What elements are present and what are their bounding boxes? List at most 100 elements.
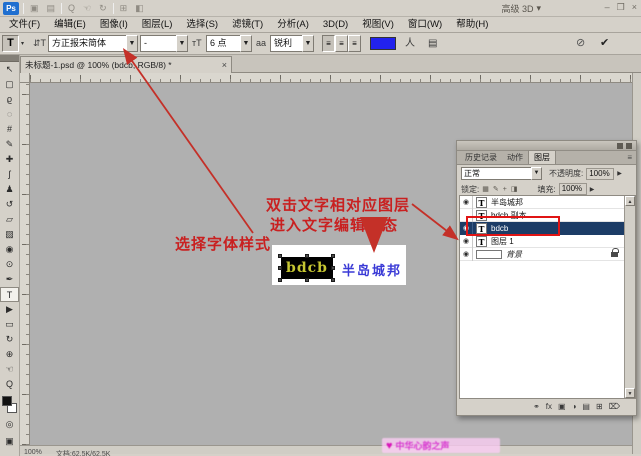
menu-filter[interactable]: 滤镜(T) [225, 17, 270, 32]
menu-view[interactable]: 视图(V) [355, 17, 401, 32]
selection-handle[interactable] [331, 278, 335, 282]
visibility-eye-icon[interactable]: ◉ [460, 235, 473, 248]
menu-select[interactable]: 选择(S) [179, 17, 225, 32]
panel-menu-icon[interactable]: ≡ [627, 153, 632, 162]
quick-selection-tool[interactable]: ◌ [0, 107, 19, 122]
chevron-down-icon[interactable]: ▼ [176, 35, 188, 52]
new-layer-icon[interactable]: ⊞ [596, 402, 603, 411]
close-tab-icon[interactable]: × [222, 60, 227, 70]
zoom-level-icon[interactable]: Q [66, 1, 77, 16]
foreground-color-swatch[interactable] [2, 396, 12, 406]
brush-tool[interactable]: ʃ [0, 167, 19, 182]
fill-value[interactable]: 100% [559, 183, 587, 195]
background-layer-thumbnail[interactable] [476, 250, 502, 259]
layer-style-icon[interactable]: fx [546, 402, 552, 411]
rotate-view-icon[interactable]: ↻ [97, 1, 109, 16]
screen-mode-icon[interactable]: ▣ [0, 434, 19, 449]
tab-history[interactable]: 历史记录 [460, 151, 502, 164]
scroll-up-icon[interactable]: ▲ [625, 196, 635, 206]
menu-help[interactable]: 帮助(H) [449, 17, 495, 32]
eyedropper-tool[interactable]: ✎ [0, 137, 19, 152]
path-selection-tool[interactable]: ▶ [0, 302, 19, 317]
opacity-value[interactable]: 100% [586, 168, 614, 180]
align-right-button[interactable]: ≡ [348, 35, 361, 52]
menu-image[interactable]: 图像(I) [93, 17, 135, 32]
hand-pan-icon[interactable]: ☜ [81, 1, 93, 16]
align-center-button[interactable]: ≡ [335, 35, 348, 52]
tab-actions[interactable]: 动作 [502, 151, 528, 164]
document-text-label[interactable]: 半岛城邦 [342, 260, 402, 279]
selection-handle[interactable] [305, 254, 309, 258]
shape-tool[interactable]: ▭ [0, 317, 19, 332]
warp-text-icon[interactable]: 人 [405, 35, 415, 52]
adjustment-layer-icon[interactable]: ◑ [572, 402, 577, 411]
menu-analysis[interactable]: 分析(A) [270, 17, 316, 32]
anti-alias-dropdown[interactable]: 锐利 ▼ [270, 35, 314, 52]
tab-layers[interactable]: 图层 [528, 150, 556, 164]
tools-panel-header[interactable] [0, 55, 19, 62]
menu-layer[interactable]: 图层(L) [135, 17, 180, 32]
visibility-eye-icon[interactable]: ◉ [460, 196, 473, 209]
lasso-tool[interactable]: ϱ [0, 92, 19, 107]
launch-bridge-icon[interactable]: ▣ [28, 1, 41, 16]
layer-name[interactable]: 半岛城邦 [491, 197, 523, 208]
text-orientation-icon[interactable]: ⇵T [33, 35, 46, 52]
hand-tool[interactable]: ☜ [0, 362, 19, 377]
chevron-down-icon[interactable]: ▼ [126, 35, 138, 52]
lock-all-icon[interactable]: ◨ [511, 185, 518, 193]
commit-edits-button[interactable]: ✔ [600, 35, 609, 52]
blend-mode-dropdown[interactable]: 正常 ▼ [461, 167, 542, 180]
blur-tool[interactable]: ◉ [0, 242, 19, 257]
crop-tool[interactable]: # [0, 122, 19, 137]
minimize-button[interactable]: – [605, 2, 610, 13]
opacity-slider-arrow-icon[interactable]: ▶ [617, 170, 622, 177]
font-style-dropdown[interactable]: - ▼ [140, 35, 188, 52]
arrange-documents-icon[interactable]: ⊞ [118, 1, 130, 16]
menu-3d[interactable]: 3D(D) [316, 17, 355, 32]
font-family-dropdown[interactable]: 方正报宋简体 ▼ [48, 35, 138, 52]
panel-minimize-icon[interactable] [617, 143, 623, 149]
dodge-tool[interactable]: ⊙ [0, 257, 19, 272]
scroll-down-icon[interactable]: ▼ [625, 388, 635, 398]
workspace-switcher[interactable]: 高级 3D ▾ [501, 2, 541, 15]
selected-text[interactable]: bdcb [281, 257, 333, 279]
delete-layer-icon[interactable]: ⌦ [609, 402, 620, 411]
layer-list-scrollbar[interactable]: ▲ ▼ [624, 196, 635, 398]
chevron-down-icon[interactable]: ▼ [240, 35, 252, 52]
link-layers-icon[interactable]: ⚭ [533, 402, 540, 411]
pen-tool[interactable]: ✒ [0, 272, 19, 287]
3d-rotate-tool[interactable]: ↻ [0, 332, 19, 347]
layer-row-bandaochengbang[interactable]: ◉ T 半岛城邦 [460, 196, 635, 209]
text-color-swatch[interactable] [370, 37, 396, 50]
zoom-level[interactable]: 100% [24, 449, 42, 456]
group-icon[interactable]: ▤ [582, 402, 590, 411]
text-selection-box[interactable]: bdcb [279, 255, 335, 281]
document-tab[interactable]: 未标题-1.psd @ 100% (bdcb, RGB/8) * × [20, 56, 232, 73]
screen-mode-icon[interactable]: ◧ [133, 1, 146, 16]
quick-mask-icon[interactable]: ◎ [0, 417, 19, 432]
menu-file[interactable]: 文件(F) [2, 17, 47, 32]
move-tool[interactable]: ↖ [0, 62, 19, 77]
layer-name[interactable]: 背景 [506, 249, 522, 260]
healing-brush-tool[interactable]: ✚ [0, 152, 19, 167]
selection-handle[interactable] [278, 278, 282, 282]
lock-position-icon[interactable]: + [503, 186, 507, 193]
panel-close-icon[interactable] [626, 143, 632, 149]
history-brush-tool[interactable]: ↺ [0, 197, 19, 212]
chevron-down-icon[interactable]: ▼ [531, 167, 542, 180]
fill-slider-arrow-icon[interactable]: ▶ [590, 186, 595, 193]
cancel-edits-button[interactable]: ⊘ [576, 35, 585, 52]
selection-handle[interactable] [278, 266, 282, 270]
lock-pixels-icon[interactable]: ✎ [493, 185, 499, 193]
selection-handle[interactable] [278, 254, 282, 258]
chevron-down-icon[interactable]: ▼ [302, 35, 314, 52]
view-extras-icon[interactable]: ▤ [45, 1, 58, 16]
selection-handle[interactable] [331, 254, 335, 258]
eraser-tool[interactable]: ▱ [0, 212, 19, 227]
menu-window[interactable]: 窗口(W) [401, 17, 449, 32]
close-button[interactable]: × [632, 2, 637, 13]
type-tool-preset-icon[interactable]: T [2, 35, 19, 52]
menu-edit[interactable]: 编辑(E) [47, 17, 93, 32]
tool-preset-arrow-icon[interactable]: ▾ [21, 40, 24, 47]
font-size-dropdown[interactable]: 6 点 ▼ [206, 35, 252, 52]
